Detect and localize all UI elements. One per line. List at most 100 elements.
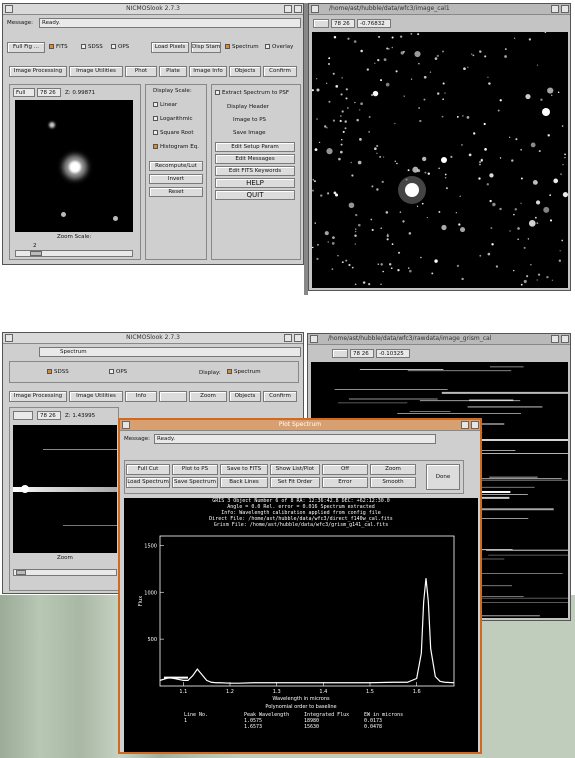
help-button[interactable]: HELP: [215, 178, 295, 188]
zoom-mode-field[interactable]: Full: [13, 88, 35, 97]
window-menu-button[interactable]: [122, 421, 130, 429]
image-utilities-button[interactable]: Image Utilities: [69, 391, 123, 402]
full-button[interactable]: [332, 349, 348, 358]
coord-field[interactable]: 78 26: [37, 88, 61, 97]
display-header-option[interactable]: Display Header: [227, 104, 269, 110]
info-button[interactable]: Info: [125, 391, 157, 402]
ops-radio[interactable]: [111, 44, 116, 49]
confirm-button[interactable]: Confirm: [263, 66, 297, 77]
plot-button-off[interactable]: Off: [322, 464, 368, 475]
fits-radio[interactable]: [49, 44, 54, 49]
zoom-view[interactable]: [15, 100, 133, 232]
minimize-button[interactable]: [551, 335, 559, 343]
maximize-button[interactable]: [561, 5, 569, 13]
recompute-button[interactable]: Recompute/Lut: [149, 161, 203, 171]
plot-button-set-fit-order[interactable]: Set Fit Order: [270, 477, 320, 488]
confirm-button[interactable]: Confirm: [263, 391, 297, 402]
scale-log[interactable]: Logarithmic: [153, 116, 193, 122]
full-button[interactable]: [313, 19, 329, 28]
disp-stamp-button[interactable]: Disp Stamp: [191, 42, 221, 53]
plot-button-zoom[interactable]: Zoom: [370, 464, 416, 475]
spectrum-radio[interactable]: [225, 44, 230, 49]
save-image-option[interactable]: Save Image: [233, 130, 265, 136]
bottom-image-titlebar[interactable]: /home/ast/hubble/data/wfc3/rawdata/image…: [308, 334, 570, 345]
extract-checkbox[interactable]: [215, 90, 220, 95]
plot-titlebar[interactable]: Plot Spectrum: [120, 420, 480, 431]
edit-setup-button[interactable]: Edit Setup Param: [215, 142, 295, 152]
image-to-ps-option[interactable]: Image to PS: [233, 117, 266, 123]
spectrum-option[interactable]: Spectrum: [225, 44, 259, 50]
plot-button-save-to-fits[interactable]: Save to FITS: [220, 464, 268, 475]
zoom-slider[interactable]: [13, 569, 117, 576]
maximize-button[interactable]: [471, 421, 479, 429]
edit-fits-keywords-button[interactable]: Edit FITS Keywords: [215, 166, 295, 176]
coord-field[interactable]: 78 26: [331, 19, 355, 28]
ops-radio[interactable]: [109, 369, 114, 374]
done-button[interactable]: Done: [426, 464, 460, 490]
maximize-button[interactable]: [294, 5, 302, 13]
quit-button[interactable]: QUIT: [215, 190, 295, 200]
plot-button-plot-to-ps[interactable]: Plot to PS: [172, 464, 218, 475]
window-menu-button[interactable]: [5, 334, 13, 342]
sdss-radio[interactable]: [81, 44, 86, 49]
plot-button-load-spectrum[interactable]: Load Spectrum: [126, 477, 170, 488]
display-radio[interactable]: [227, 369, 232, 374]
image-info-button[interactable]: Image Info: [189, 66, 227, 77]
image-processing-button[interactable]: Image Processing: [9, 391, 67, 402]
minimize-button[interactable]: [461, 421, 469, 429]
reset-button[interactable]: Reset: [149, 187, 203, 197]
fits-option[interactable]: FITS: [49, 44, 68, 50]
window-menu-button[interactable]: [5, 5, 13, 13]
zoom-view[interactable]: [13, 425, 117, 553]
zoom-button[interactable]: Zoom: [189, 391, 227, 402]
zoom-mode-field[interactable]: [13, 411, 33, 420]
sqrt-radio[interactable]: [153, 130, 158, 135]
overlay-option[interactable]: Overlay: [265, 44, 293, 50]
sdss-option[interactable]: SDSS: [81, 44, 103, 50]
plot-button-back-lines[interactable]: Back Lines: [220, 477, 268, 488]
plate-button[interactable]: Plate: [159, 66, 187, 77]
coord-field[interactable]: 78 26: [350, 349, 374, 358]
plot-button-smooth[interactable]: Smooth: [370, 477, 416, 488]
bottom-main-titlebar[interactable]: NICMOSlook 2.7.3: [3, 333, 303, 344]
scale-histeq[interactable]: Histogram Eq.: [153, 144, 199, 150]
plot-area[interactable]: GRIS 3 Object Number 6 of 8 RA: 12:36:42…: [124, 498, 478, 752]
blank-button[interactable]: [159, 391, 187, 402]
ops-option[interactable]: OPS: [109, 369, 127, 375]
invert-button[interactable]: Invert: [149, 174, 203, 184]
plot-button-save-spectrum[interactable]: Save Spectrum: [172, 477, 218, 488]
maximize-button[interactable]: [561, 335, 569, 343]
log-radio[interactable]: [153, 116, 158, 121]
zoom-slider-handle[interactable]: [16, 570, 26, 575]
sdss-radio[interactable]: [47, 369, 52, 374]
top-main-titlebar[interactable]: NICMOSlook 2.7.3: [3, 4, 303, 15]
image-display[interactable]: [312, 32, 568, 288]
image-utilities-button[interactable]: Image Utilities: [69, 66, 123, 77]
scale-linear[interactable]: Linear: [153, 102, 177, 108]
image-processing-button[interactable]: Image Processing: [9, 66, 67, 77]
minimize-button[interactable]: [284, 334, 292, 342]
sdss-option[interactable]: SDSS: [47, 369, 69, 375]
ops-option[interactable]: OPS: [111, 44, 129, 50]
minimize-button[interactable]: [551, 5, 559, 13]
plot-button-error[interactable]: Error: [322, 477, 368, 488]
plot-button-full-cut[interactable]: Full Cut: [126, 464, 170, 475]
linear-radio[interactable]: [153, 102, 158, 107]
display-option[interactable]: Spectrum: [227, 369, 261, 375]
overlay-radio[interactable]: [265, 44, 270, 49]
top-image-titlebar[interactable]: /home/ast/hubble/data/wfc3/image_cal1: [309, 4, 570, 15]
scale-sqrt[interactable]: Square Root: [153, 130, 194, 136]
histeq-radio[interactable]: [153, 144, 158, 149]
load-pixels-button[interactable]: Load Pixels: [151, 42, 189, 53]
zoom-slider-handle[interactable]: [30, 251, 42, 256]
extract-option[interactable]: Extract Spectrum to PSF: [215, 90, 289, 96]
window-menu-button[interactable]: [311, 5, 319, 13]
full-fig-button[interactable]: Full Fig ...: [7, 42, 45, 53]
plot-button-show-list-plot[interactable]: Show List/Plot: [270, 464, 320, 475]
phot-button[interactable]: Phot: [125, 66, 157, 77]
coord-field[interactable]: 78 26: [37, 411, 61, 420]
zoom-scale-slider[interactable]: [15, 250, 133, 257]
edit-messages-button[interactable]: Edit Messages: [215, 154, 295, 164]
objects-button[interactable]: Objects: [229, 391, 261, 402]
window-menu-button[interactable]: [310, 335, 318, 343]
